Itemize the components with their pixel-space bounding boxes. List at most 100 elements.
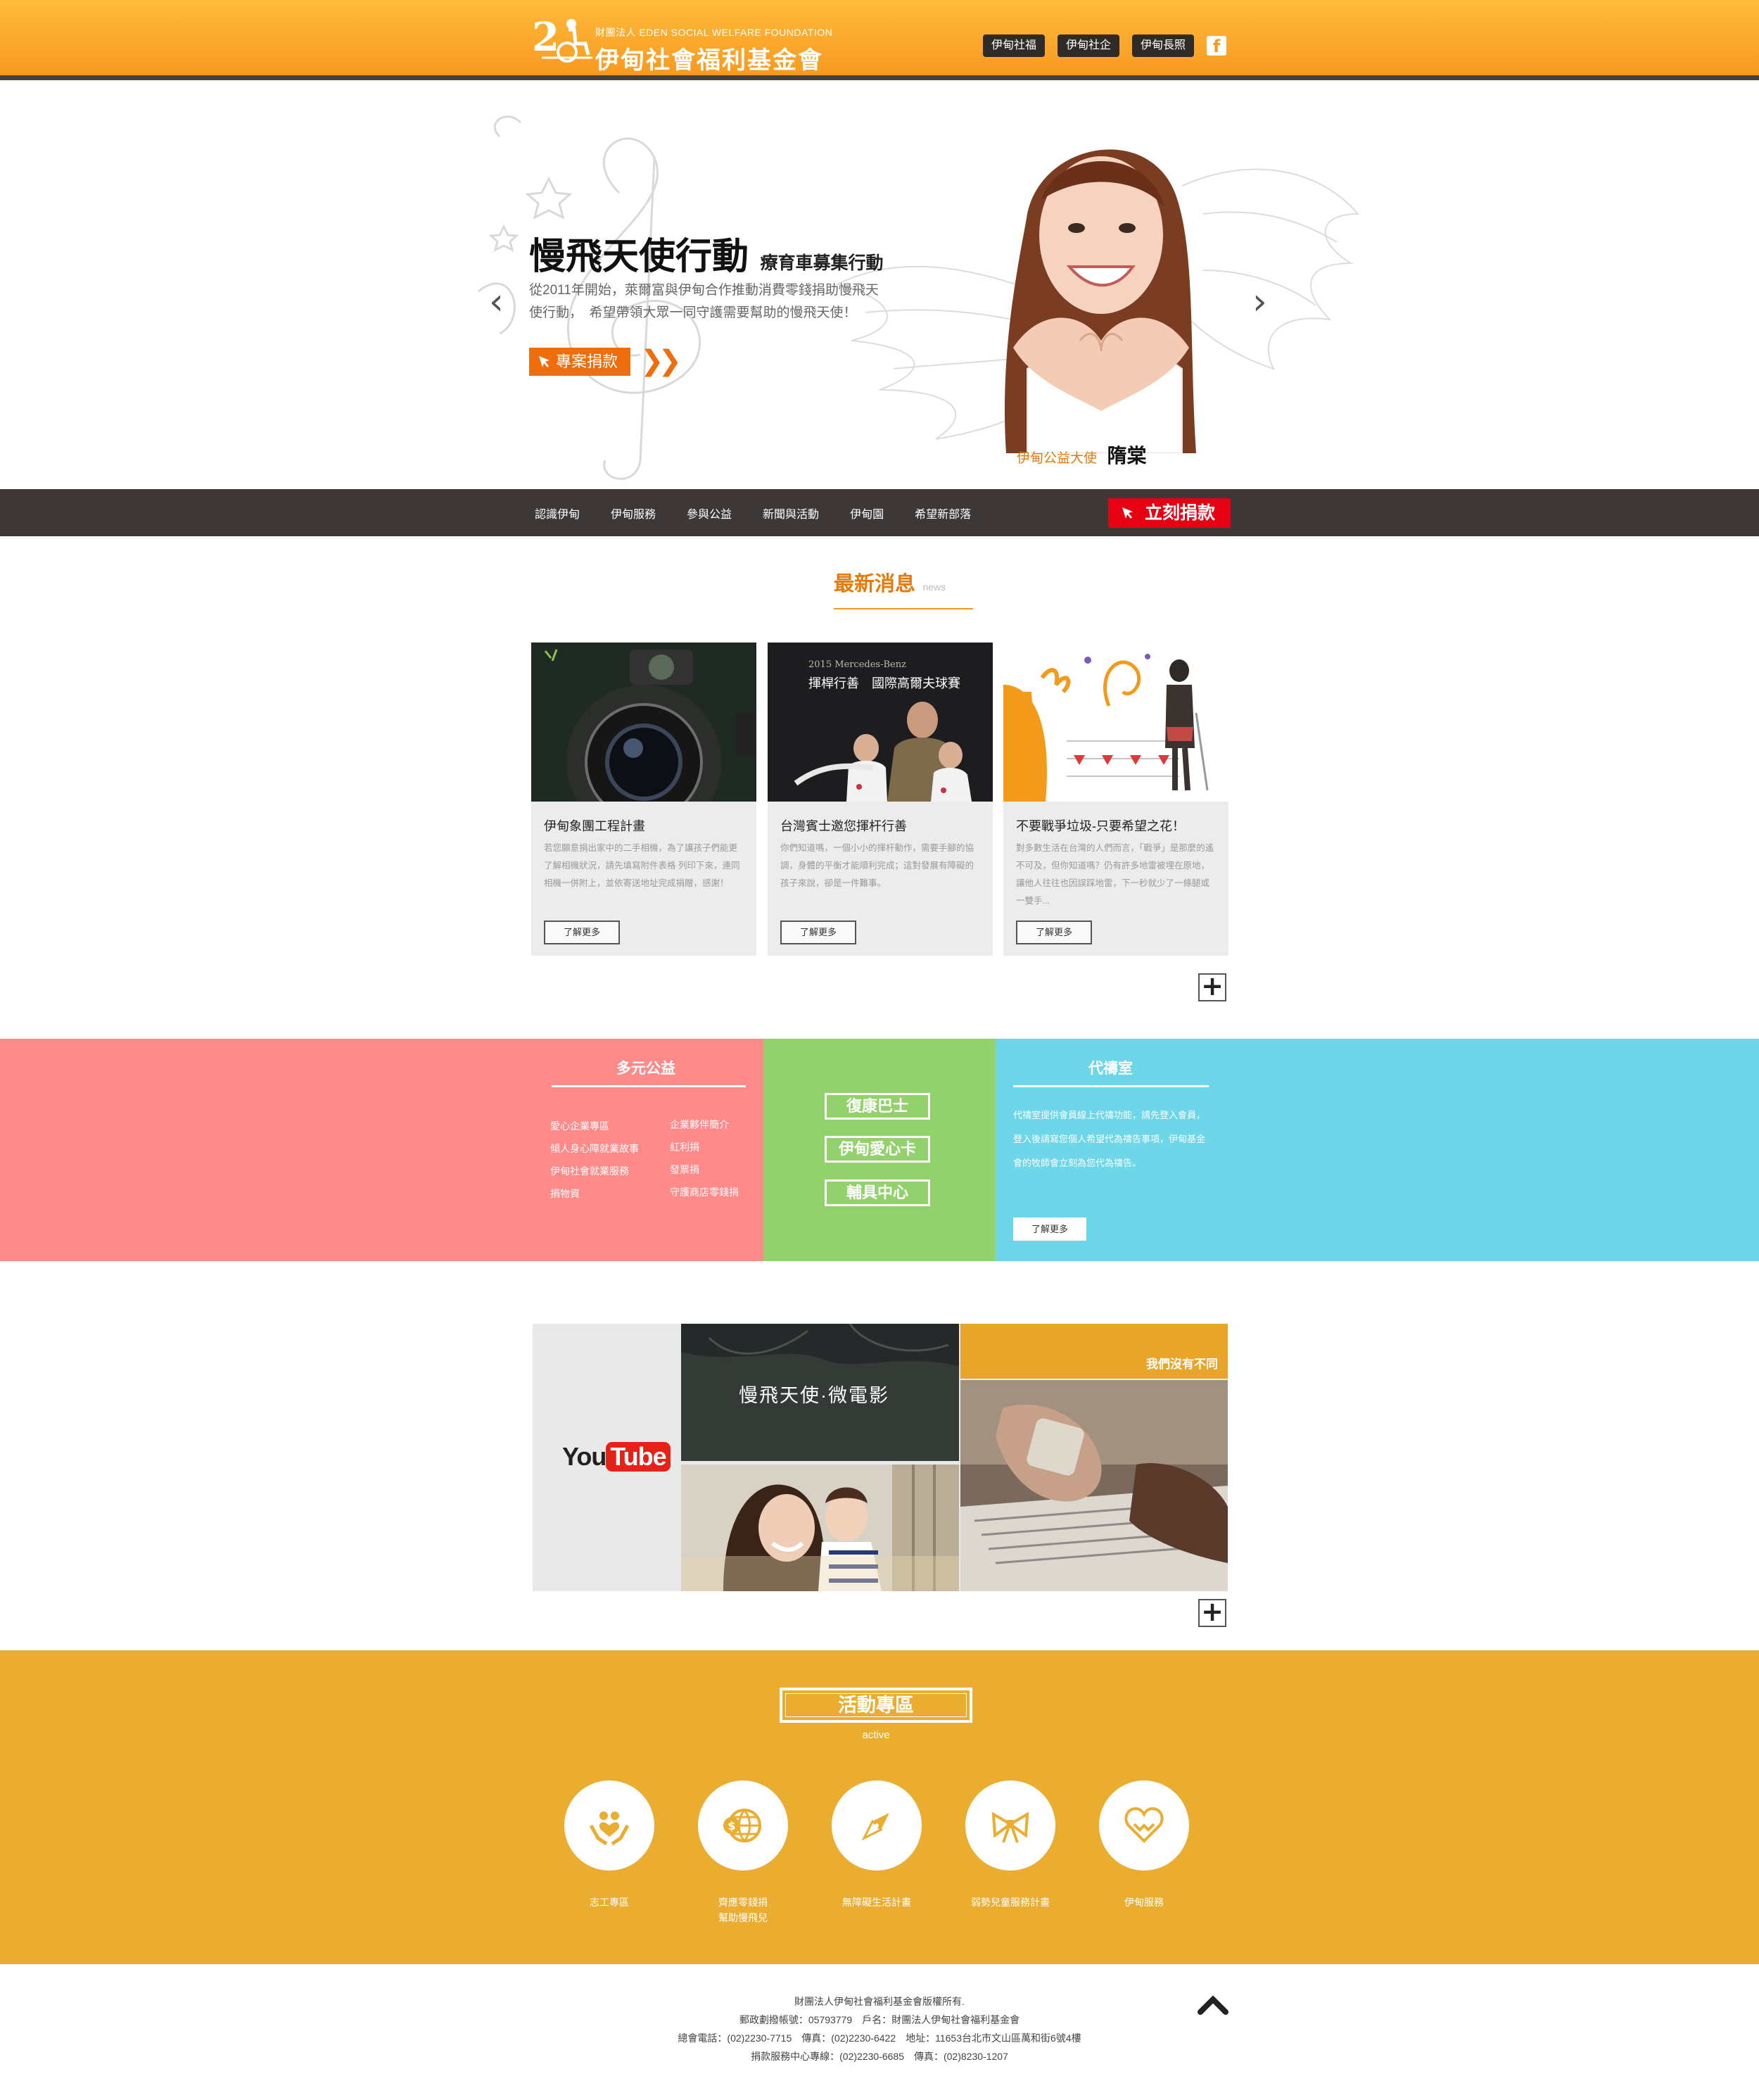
hero-description: 從2011年開始，萊爾富與伊甸合作推動消費零錢捐助慢飛天使行動， 希望帶領大眾一… [529, 283, 879, 320]
activities-section: 活動專區 active 志工專區 $ 齊應零錢捐 幫助慢飛兒 無障礙生活計畫 弱… [0, 1650, 1759, 1964]
svg-text:$: $ [728, 1819, 735, 1833]
carousel-next-button[interactable]: › [1252, 281, 1267, 323]
activity-accessible-living[interactable]: 無障礙生活計畫 [813, 1780, 940, 1910]
youtube-logo-icon[interactable]: You Tube [562, 1442, 671, 1474]
site-footer: 財團法人伊甸社會福利基金會版權所有. 郵政劃撥帳號：05793779 戶名：財團… [0, 1964, 1759, 2100]
news-more-plus-icon[interactable]: + [1198, 973, 1226, 1001]
logo-title: 伊甸社會福利基金會 [595, 46, 823, 75]
charity-link[interactable]: 紅利捐 [670, 1140, 699, 1154]
image-caption-event: 揮桿行善 國際高爾夫球賽 [808, 676, 960, 691]
prayer-divider [1013, 1085, 1209, 1087]
footer-copyright: 財團法人伊甸社會福利基金會版權所有. [794, 1996, 965, 2007]
hero-carousel: ‹ › 慢飛天使行動 療育車募集行動 從2011年開始，萊爾富與伊甸合作推動消費… [0, 80, 1759, 489]
activity-label: 弱勢兒童服務計畫 [971, 1897, 1050, 1908]
activity-eden-service[interactable]: 伊甸服務 [1081, 1780, 1207, 1910]
news-subtitle: news [922, 581, 946, 593]
image-caption-brand: 2015 Mercedes-Benz [808, 659, 906, 670]
facebook-icon[interactable]: f [1207, 36, 1227, 56]
charity-link[interactable]: 傾人身心障就業故事 [550, 1141, 639, 1156]
learn-more-button[interactable]: 了解更多 [780, 921, 856, 944]
charity-link[interactable]: 發票捐 [670, 1163, 699, 1177]
hero-title-main: 慢飛天使行動 [529, 236, 749, 278]
activity-coin-donation[interactable]: $ 齊應零錢捐 幫助慢飛兒 [680, 1780, 806, 1925]
compass-icon [861, 1813, 889, 1841]
charity-link[interactable]: 捐物資 [550, 1187, 580, 1201]
nav-item-news-events[interactable]: 新聞與活動 [763, 505, 819, 521]
prayer-learn-more-button[interactable]: 了解更多 [1013, 1217, 1086, 1241]
footer-donation-hotline: 捐款服務中心專線：(02)2230-6685 傳真：(02)8230-1207 [751, 2051, 1008, 2062]
nav-item-hope-tribe[interactable]: 希望新部落 [915, 505, 971, 521]
video-section: You Tube 慢飛天使·微電影 我們沒有不同 [533, 1324, 1228, 1591]
news-card-text: 你們知道嗎，一個小小的揮杆動作，需要手腳的協調，身體的平衡才能順利完成；這對發展… [780, 843, 974, 888]
charity-link[interactable]: 愛心企業專區 [550, 1119, 609, 1133]
footer-postal-account: 郵政劃撥帳號：05793779 戶名：財團法人伊甸社會福利基金會 [739, 2014, 1020, 2025]
video-thumbnail-hands[interactable] [960, 1380, 1228, 1591]
learn-more-button[interactable]: 了解更多 [544, 921, 620, 944]
site-logo[interactable]: 2 財團法人 EDEN SOCIAL WELFARE FOUNDATION 伊甸… [531, 11, 832, 75]
news-card: 2015 Mercedes-Benz 揮桿行善 國際高爾夫球賽 台灣賓士邀您揮杆… [768, 643, 993, 956]
news-card-title[interactable]: 不要戰爭垃圾-只要希望之花！ [1016, 816, 1185, 835]
double-chevron-icon: ❯❯ [640, 346, 682, 377]
video-thumbnail-ambassador-child[interactable] [681, 1465, 959, 1591]
news-card-text: 若您願意捐出家中的二手相機，為了讓孩子們能更了解相機狀況，請先填寫附件表格 列印… [544, 843, 740, 888]
coin-globe-icon: $ [723, 1809, 761, 1842]
activity-children-service[interactable]: 弱勢兒童服務計畫 [947, 1780, 1074, 1910]
heart-icon [1124, 1807, 1164, 1843]
charity-link[interactable]: 企業夥伴簡介 [670, 1118, 729, 1132]
nav-item-services[interactable]: 伊甸服務 [611, 505, 656, 521]
news-title: 最新消息 [834, 573, 916, 595]
top-link-long-term-care[interactable]: 伊甸長照 [1132, 34, 1195, 57]
video-title-we-are-same: 我們沒有不同 [1146, 1358, 1218, 1371]
cursor-icon [539, 356, 550, 367]
footer-contact: 總會電話：(02)2230-7715 傳真：(02)2230-6422 地址：1… [678, 2032, 1081, 2044]
charity-divider [552, 1085, 746, 1087]
hero-title: 慢飛天使行動 療育車募集行動 [529, 227, 883, 279]
rehab-bus-button[interactable]: 復康巴士 [825, 1093, 930, 1120]
back-to-top-icon[interactable] [1198, 1994, 1228, 2015]
ambassador-label: 伊甸公益大使 [1017, 451, 1098, 466]
prayer-description: 代禱室提供會員線上代禱功能，請先登入會員，登入後請寫您個人希望代為禱告事項，伊甸… [1013, 1110, 1206, 1168]
top-link-social-welfare[interactable]: 伊甸社福 [983, 34, 1046, 57]
news-card: 伊甸象團工程計畫 若您願意捐出家中的二手相機，為了讓孩子們能更了解相機狀況，請先… [531, 643, 756, 956]
bow-icon [991, 1811, 1029, 1843]
news-card-image[interactable] [1003, 643, 1228, 802]
activity-volunteer[interactable]: 志工專區 [546, 1780, 673, 1910]
charity-link[interactable]: 守護商店零錢捐 [670, 1185, 739, 1199]
project-donate-label: 專案捐款 [556, 353, 618, 370]
carousel-prev-button[interactable]: ‹ [489, 281, 504, 323]
project-donate-button[interactable]: 專案捐款 [529, 348, 630, 376]
activities-subtitle: active [862, 1729, 890, 1741]
video-more-plus-icon[interactable]: + [1198, 1598, 1226, 1627]
activities-title: 活動專區 [780, 1688, 972, 1723]
learn-more-button[interactable]: 了解更多 [1016, 921, 1092, 944]
eden-love-card-button[interactable]: 伊甸愛心卡 [825, 1136, 930, 1163]
donate-now-label: 立刻捐款 [1144, 503, 1215, 523]
svg-text:2: 2 [532, 14, 559, 61]
news-card-image[interactable]: 2015 Mercedes-Benz 揮桿行善 國際高爾夫球賽 [768, 643, 993, 802]
news-card-text: 對多數生活在台灣的人們而言，「戰爭」是那麼的遙不可及，但你知道嗎？仍有許多地雷被… [1016, 843, 1214, 906]
news-card-title[interactable]: 伊甸象團工程計畫 [544, 816, 645, 835]
charity-title: 多元公益 [616, 1061, 675, 1077]
charity-link[interactable]: 伊甸社會就業服務 [550, 1164, 629, 1178]
logo-subtitle: 財團法人 EDEN SOCIAL WELFARE FOUNDATION [595, 27, 833, 38]
donate-now-button[interactable]: 立刻捐款 [1108, 498, 1231, 528]
video-thumbnail-angel-film[interactable]: 慢飛天使·微電影 [681, 1324, 959, 1461]
youtube-logo-you: You [562, 1442, 607, 1471]
main-nav: 認識伊甸 伊甸服務 參與公益 新聞與活動 伊甸園 希望新部落 立刻捐款 [0, 489, 1759, 536]
ambassador-photo [1005, 149, 1196, 453]
nav-item-participate[interactable]: 參與公益 [687, 505, 732, 521]
cursor-icon [1122, 507, 1133, 519]
news-card-title[interactable]: 台灣賓士邀您揮杆行善 [780, 816, 907, 835]
nav-item-eden-garden[interactable]: 伊甸園 [850, 505, 884, 521]
video-banner-we-are-same[interactable]: 我們沒有不同 [960, 1324, 1228, 1379]
assistive-device-center-button[interactable]: 輔具中心 [825, 1179, 930, 1206]
youtube-logo-tube: Tube [606, 1442, 671, 1472]
ambassador-name: 隋棠 [1107, 445, 1147, 467]
news-card-image[interactable] [531, 643, 756, 802]
news-heading: 最新消息 news [834, 567, 946, 597]
hero-title-sub: 療育車募集行動 [760, 253, 884, 273]
top-link-social-enterprise[interactable]: 伊甸社企 [1058, 34, 1120, 57]
video-title-angel-film: 慢飛天使·微電影 [739, 1385, 889, 1406]
hands-heart-icon [589, 1811, 630, 1846]
nav-item-about[interactable]: 認識伊甸 [535, 505, 580, 521]
